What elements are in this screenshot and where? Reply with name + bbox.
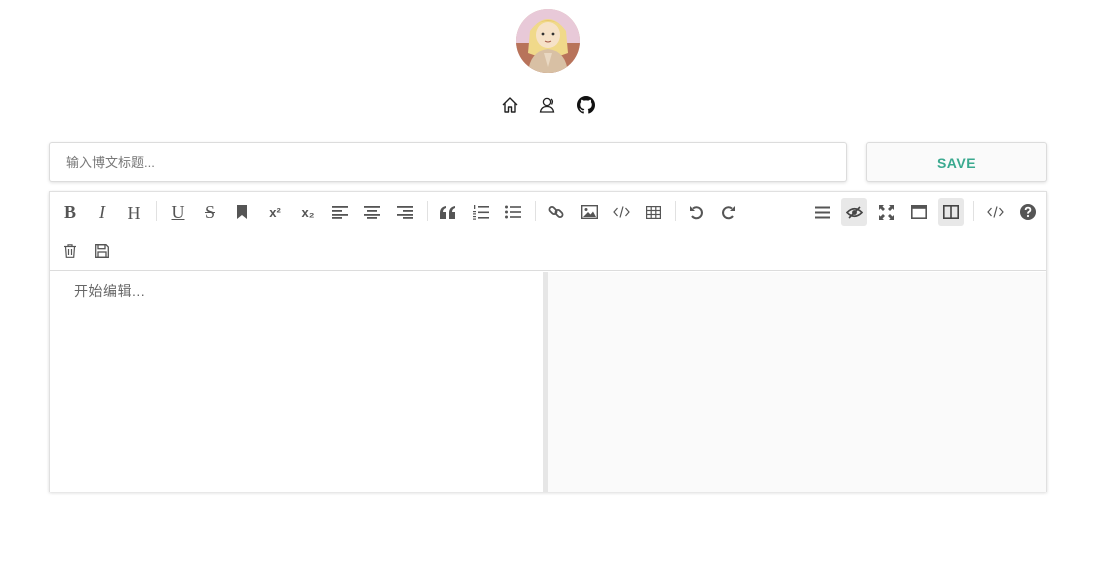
undo-icon[interactable]: [683, 198, 709, 226]
save-icon[interactable]: [89, 237, 115, 265]
editor-toolbar: B I H U S x² x₂: [50, 192, 1046, 271]
menu-icon[interactable]: [809, 198, 835, 226]
toolbar-separator: [535, 201, 536, 221]
home-icon[interactable]: [499, 94, 521, 116]
toolbar-separator: [156, 201, 157, 221]
toolbar-separator: [427, 201, 428, 221]
save-button[interactable]: SAVE: [866, 142, 1047, 182]
align-center-icon[interactable]: [359, 198, 385, 226]
align-right-icon[interactable]: [392, 198, 418, 226]
bold-button[interactable]: B: [57, 198, 83, 226]
help-icon[interactable]: [1015, 198, 1041, 226]
markdown-textarea[interactable]: [50, 272, 543, 492]
toolbar-separator: [973, 201, 974, 221]
italic-button[interactable]: I: [89, 198, 115, 226]
image-icon[interactable]: [576, 198, 602, 226]
unordered-list-icon[interactable]: [500, 198, 526, 226]
header-button[interactable]: H: [121, 199, 147, 227]
toolbar-separator: [675, 201, 676, 221]
avatar[interactable]: [516, 9, 580, 73]
window-icon[interactable]: [906, 198, 932, 226]
preview-pane: [548, 272, 1046, 492]
split-view-icon[interactable]: [938, 198, 964, 226]
github-icon[interactable]: [575, 94, 597, 116]
strikethrough-button[interactable]: S: [197, 198, 223, 226]
superscript-button[interactable]: x²: [262, 198, 288, 226]
html-code-icon[interactable]: [982, 198, 1008, 226]
post-title-input[interactable]: [49, 142, 847, 182]
ordered-list-icon[interactable]: [468, 198, 494, 226]
link-icon[interactable]: [543, 198, 569, 226]
redo-icon[interactable]: [715, 198, 741, 226]
bookmark-icon[interactable]: [229, 198, 255, 226]
editor-pane: [50, 272, 543, 492]
fullscreen-icon[interactable]: [873, 198, 899, 226]
code-icon[interactable]: [608, 198, 634, 226]
table-icon[interactable]: [640, 198, 666, 226]
preview-toggle-icon[interactable]: [841, 198, 867, 226]
quote-icon[interactable]: [435, 198, 461, 226]
subscript-button[interactable]: x₂: [295, 198, 321, 226]
underline-button[interactable]: U: [165, 198, 191, 226]
markdown-editor: B I H U S x² x₂: [49, 191, 1047, 492]
align-left-icon[interactable]: [327, 198, 353, 226]
user-icon[interactable]: [537, 94, 559, 116]
trash-icon[interactable]: [57, 237, 83, 265]
header-nav: [499, 94, 597, 116]
